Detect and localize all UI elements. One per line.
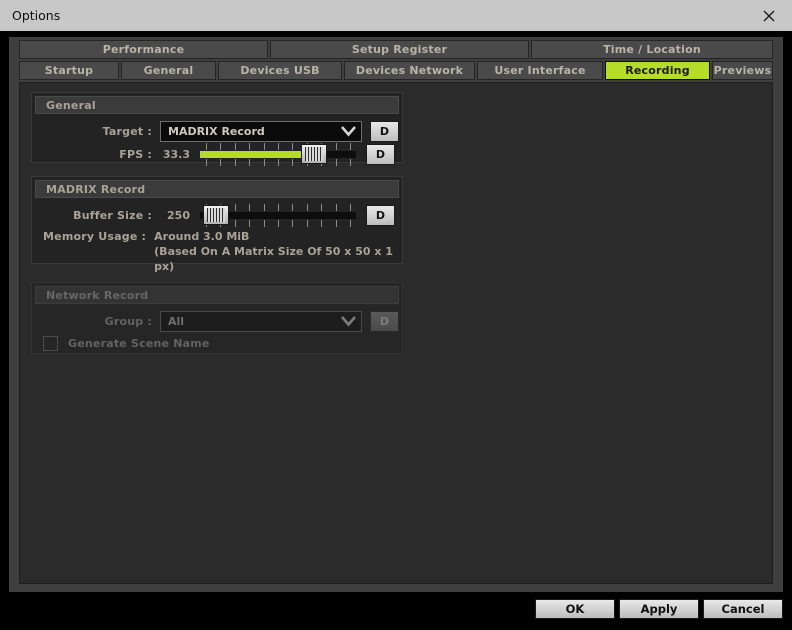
tab-setup-register[interactable]: Setup Register	[270, 40, 529, 59]
tab-devices-usb[interactable]: Devices USB	[218, 61, 342, 80]
generate-scene-name-label: Generate Scene Name	[68, 336, 210, 350]
tab-label: Startup	[44, 64, 94, 77]
tab-label: Setup Register	[351, 43, 448, 56]
buffer-size-row: Buffer Size : 250 D	[32, 203, 404, 227]
group-madrix-record: MADRIX Record Buffer Size : 250 D Memory…	[31, 176, 404, 273]
group-network-record: Network Record Group : All D Generate Sc…	[31, 282, 403, 354]
group-title: General	[46, 98, 96, 112]
cancel-button[interactable]: Cancel	[703, 599, 783, 619]
tab-recording[interactable]: Recording	[605, 61, 710, 80]
fps-slider-stub	[327, 151, 337, 158]
network-group-label: Group :	[104, 314, 152, 328]
buffer-size-default-button[interactable]: D	[366, 204, 395, 226]
dialog-button-bar: OK Apply Cancel	[0, 599, 792, 629]
group-title: MADRIX Record	[46, 182, 146, 196]
group-general-header: General	[35, 96, 399, 114]
tab-devices-network[interactable]: Devices Network	[344, 61, 475, 80]
network-group-dropdown: All	[160, 310, 362, 332]
tab-startup[interactable]: Startup	[19, 61, 119, 80]
fps-label: FPS :	[119, 147, 152, 161]
apply-button[interactable]: Apply	[619, 599, 699, 619]
fps-default-button[interactable]: D	[366, 143, 395, 165]
group-general: General Target : MADRIX Record D FPS: 3…	[31, 92, 404, 166]
close-icon[interactable]	[746, 0, 792, 31]
tab-label: Performance	[102, 43, 185, 56]
buffer-slider-knob[interactable]	[202, 205, 229, 225]
close-glyph	[763, 10, 775, 21]
network-group-row: Group : All D	[32, 309, 404, 333]
generate-scene-name-row: Generate Scene Name	[32, 333, 404, 353]
options-pane: Performance Setup Register Time / Locati…	[9, 37, 783, 592]
tab-label: Time / Location	[603, 43, 701, 56]
tab-general[interactable]: General	[121, 61, 216, 80]
target-row: Target : MADRIX Record D	[32, 119, 404, 143]
tab-row-primary: Performance Setup Register Time / Locati…	[19, 40, 773, 59]
tab-label: Previews	[713, 64, 772, 77]
tab-user-interface[interactable]: User Interface	[477, 61, 603, 80]
group-network-record-header: Network Record	[35, 286, 399, 304]
tab-label: Devices USB	[240, 64, 320, 77]
network-group-value: All	[168, 314, 185, 328]
target-value: MADRIX Record	[168, 124, 265, 138]
target-label: Target :	[102, 124, 152, 138]
fps-slider[interactable]	[200, 142, 356, 166]
tab-time-location[interactable]: Time / Location	[531, 40, 773, 59]
chevron-down-icon	[336, 312, 361, 331]
fps-row: FPS : 33.3 D	[32, 142, 404, 166]
dialog-body: Performance Setup Register Time / Locati…	[0, 31, 792, 630]
ok-button[interactable]: OK	[535, 599, 615, 619]
generate-scene-name-checkbox	[43, 335, 58, 351]
page-title: Options	[12, 8, 61, 23]
group-madrix-record-header: MADRIX Record	[35, 180, 399, 198]
buffer-size-label: Buffer Size :	[73, 208, 152, 222]
group-title: Network Record	[46, 288, 149, 302]
buffer-size-slider[interactable]	[200, 203, 356, 227]
recording-settings-content: General Target : MADRIX Record D FPS: 3…	[19, 82, 773, 584]
tab-row-secondary: Startup General Devices USB Devices Netw…	[19, 61, 773, 80]
tab-label: Recording	[625, 64, 690, 77]
tab-previews[interactable]: Previews	[712, 61, 773, 80]
window-title-bar: Options	[0, 0, 792, 31]
buffer-size-value: 250	[167, 208, 190, 222]
tab-performance[interactable]: Performance	[19, 40, 268, 59]
tab-label: User Interface	[494, 64, 586, 77]
network-group-default-button: D	[370, 310, 399, 332]
fps-slider-knob[interactable]	[301, 144, 328, 164]
memory-usage-row: Memory Usage : Around 3.0 MiB (Based On …	[32, 229, 404, 273]
tab-label: General	[143, 64, 194, 77]
tab-label: Devices Network	[355, 64, 464, 77]
chevron-down-icon[interactable]	[336, 122, 361, 141]
target-dropdown[interactable]: MADRIX Record	[160, 120, 362, 142]
memory-usage-basis: (Based On A Matrix Size Of 50 x 50 x 1 p…	[154, 245, 393, 273]
fps-value: 33.3	[162, 147, 190, 161]
memory-usage-label: Memory Usage :	[43, 230, 147, 243]
target-default-button[interactable]: D	[370, 120, 399, 142]
memory-usage-amount: Around 3.0 MiB	[154, 230, 250, 243]
memory-usage-values: Around 3.0 MiB (Based On A Matrix Size O…	[154, 229, 404, 274]
